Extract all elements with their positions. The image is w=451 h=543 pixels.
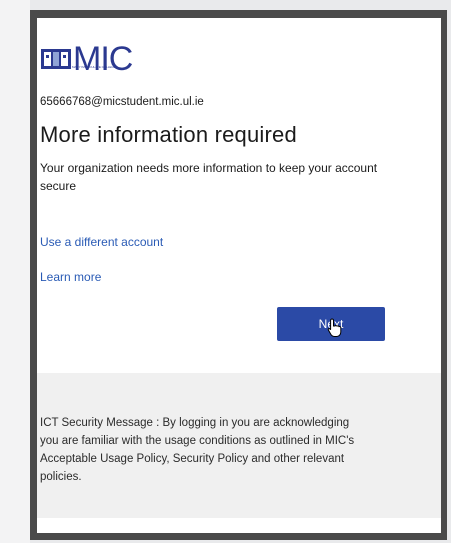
background-left: [0, 0, 30, 543]
crest-icon: [41, 49, 71, 69]
hand-cursor-icon: [327, 318, 342, 337]
mic-logo: MIC: [41, 40, 151, 78]
logo-subtext: MARY IMMACULATE COLLEGE: [72, 65, 116, 69]
security-notice: ICT Security Message : By logging in you…: [40, 417, 355, 483]
info-message: Your organization needs more information…: [40, 161, 378, 193]
account-email: 65666768@micstudent.mic.ul.ie: [40, 96, 204, 108]
use-different-account-link[interactable]: Use a different account: [40, 235, 163, 249]
learn-more-link[interactable]: Learn more: [40, 270, 101, 284]
page-title: More information required: [40, 122, 297, 147]
